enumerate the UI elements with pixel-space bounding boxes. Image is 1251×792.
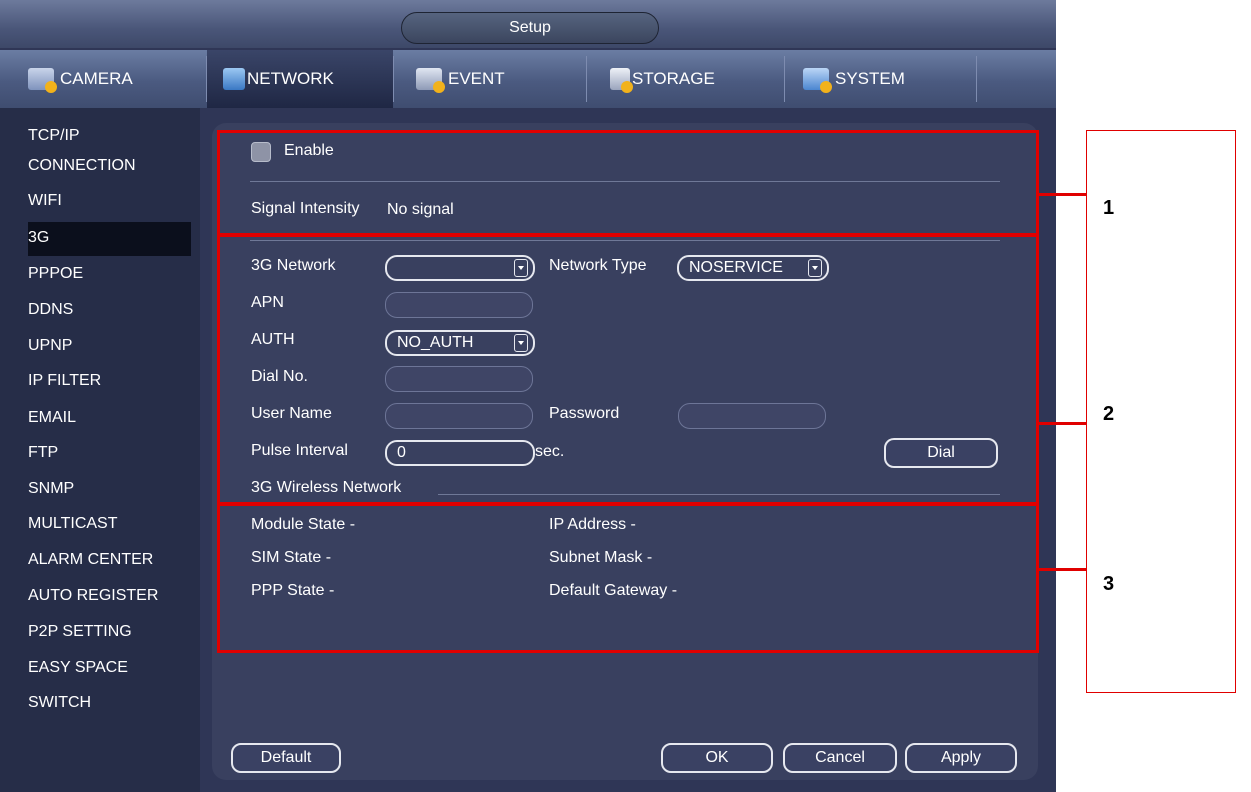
ok-button[interactable]: OK [661,743,773,773]
callout-3: 3 [1103,573,1115,595]
tab-storage-label: STORAGE [632,69,715,88]
sidebar-item-auto-register[interactable]: AUTO REGISTER [28,587,158,605]
tab-camera-label: CAMERA [60,69,133,88]
camera-gear-icon [28,68,57,93]
sidebar-item-wifi[interactable]: WIFI [28,192,62,210]
event-icon [416,68,445,93]
tab-event-label: EVENT [448,69,505,88]
tab-storage[interactable]: STORAGE [610,50,780,108]
sidebar-item-switch[interactable]: SWITCH [28,694,91,712]
apply-button[interactable]: Apply [905,743,1017,773]
sidebar-item-pppoe[interactable]: PPPOE [28,265,83,283]
storage-icon [610,68,633,93]
annotation-box-2 [217,234,1039,505]
sidebar-item-3g[interactable]: 3G [28,229,49,247]
sidebar-item-ftp[interactable]: FTP [28,444,58,462]
sidebar-item-upnp[interactable]: UPNP [28,337,72,355]
sidebar-item-alarm-center[interactable]: ALARM CENTER [28,551,153,569]
sidebar-item-tcpip[interactable]: TCP/IP [28,127,80,145]
sidebar-active-highlight [28,222,191,256]
sidebar-item-easy-space[interactable]: EASY SPACE [28,659,128,677]
tab-event[interactable]: EVENT [416,50,586,108]
title-bar: Setup [0,0,1056,48]
annotation-box-3 [217,503,1039,653]
main-tab-bar: CAMERA NETWORK EVENT STORAGE SYSTEM [0,50,1056,108]
annotation-leader-1 [1038,193,1087,196]
annotation-leader-2 [1038,422,1087,425]
tab-divider [586,56,587,102]
tab-camera[interactable]: CAMERA [28,50,198,108]
tab-divider [784,56,785,102]
network-icon [223,68,245,90]
sidebar-item-ddns[interactable]: DDNS [28,301,73,319]
annotation-leader-3 [1038,568,1087,571]
tab-system[interactable]: SYSTEM [803,50,973,108]
sidebar-item-connection[interactable]: CONNECTION [28,157,136,175]
sidebar-item-snmp[interactable]: SNMP [28,480,74,498]
tab-divider [393,56,394,102]
window-title: Setup [401,12,659,44]
tab-network-label: NETWORK [247,69,334,88]
sidebar-item-multicast[interactable]: MULTICAST [28,515,117,533]
sidebar-item-ip-filter[interactable]: IP FILTER [28,372,101,390]
system-icon [803,68,832,93]
callout-2: 2 [1103,403,1115,425]
sidebar-item-email[interactable]: EMAIL [28,409,76,427]
sidebar-item-p2p-setting[interactable]: P2P SETTING [28,623,132,641]
tab-network[interactable]: NETWORK [207,50,393,108]
tab-divider [976,56,977,102]
annotation-box-1 [217,130,1039,236]
cancel-button[interactable]: Cancel [783,743,897,773]
tab-system-label: SYSTEM [835,69,905,88]
callout-1: 1 [1103,197,1115,219]
default-button[interactable]: Default [231,743,341,773]
